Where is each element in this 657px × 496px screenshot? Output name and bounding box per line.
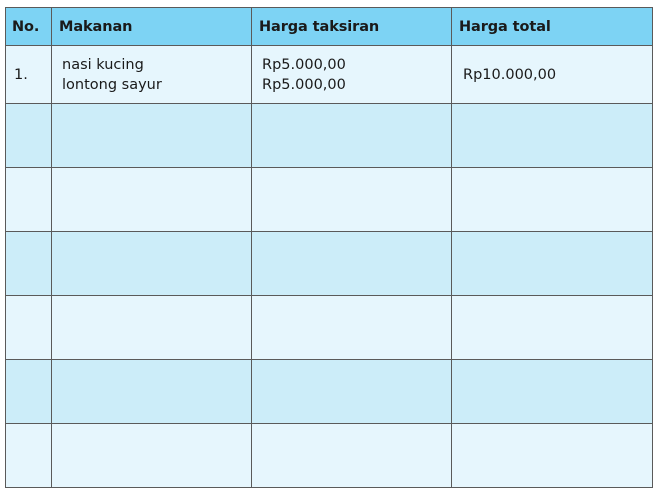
food-item: lontong sayur — [62, 76, 162, 93]
empty-cell[interactable] — [5, 359, 52, 424]
total-price-cell: Rp10.000,00 — [451, 45, 653, 104]
estimated-price-cell: Rp5.000,00 Rp5.000,00 — [251, 45, 452, 104]
empty-cell[interactable] — [451, 103, 653, 168]
header-total-price: Harga total — [451, 7, 653, 46]
empty-table-row — [5, 231, 653, 296]
empty-cell[interactable] — [51, 295, 252, 360]
empty-cell[interactable] — [251, 103, 452, 168]
empty-cell[interactable] — [451, 167, 653, 232]
header-estimated-price: Harga taksiran — [251, 7, 452, 46]
estimated-price: Rp5.000,00 — [262, 56, 346, 73]
empty-cell[interactable] — [5, 167, 52, 232]
empty-cell[interactable] — [251, 359, 452, 424]
header-food: Makanan — [51, 7, 252, 46]
empty-table-row — [5, 295, 653, 360]
table-body: 1. nasi kucing lontong sayur Rp5.000,00 … — [5, 45, 653, 488]
header-no: No. — [5, 7, 52, 46]
header-row: No. Makanan Harga taksiran Harga total — [5, 7, 653, 46]
empty-cell[interactable] — [451, 295, 653, 360]
empty-table-row — [5, 103, 653, 168]
empty-table-row — [5, 359, 653, 424]
food-item: nasi kucing — [62, 56, 144, 73]
empty-cell[interactable] — [251, 231, 452, 296]
table-row: 1. nasi kucing lontong sayur Rp5.000,00 … — [5, 45, 653, 104]
food-price-table: No. Makanan Harga taksiran Harga total 1… — [5, 7, 653, 488]
empty-cell[interactable] — [5, 295, 52, 360]
food-cell: nasi kucing lontong sayur — [51, 45, 252, 104]
empty-cell[interactable] — [51, 167, 252, 232]
table-header: No. Makanan Harga taksiran Harga total — [5, 7, 653, 46]
empty-cell[interactable] — [451, 231, 653, 296]
empty-cell[interactable] — [51, 423, 252, 488]
empty-cell[interactable] — [5, 231, 52, 296]
empty-cell[interactable] — [451, 359, 653, 424]
estimated-price: Rp5.000,00 — [262, 76, 346, 93]
empty-cell[interactable] — [5, 423, 52, 488]
empty-cell[interactable] — [451, 423, 653, 488]
empty-cell[interactable] — [251, 295, 452, 360]
empty-cell[interactable] — [251, 423, 452, 488]
empty-table-row — [5, 167, 653, 232]
empty-cell[interactable] — [251, 167, 452, 232]
empty-cell[interactable] — [51, 359, 252, 424]
empty-cell[interactable] — [51, 231, 252, 296]
empty-cell[interactable] — [51, 103, 252, 168]
row-number: 1. — [5, 45, 52, 104]
empty-cell[interactable] — [5, 103, 52, 168]
empty-table-row — [5, 423, 653, 488]
